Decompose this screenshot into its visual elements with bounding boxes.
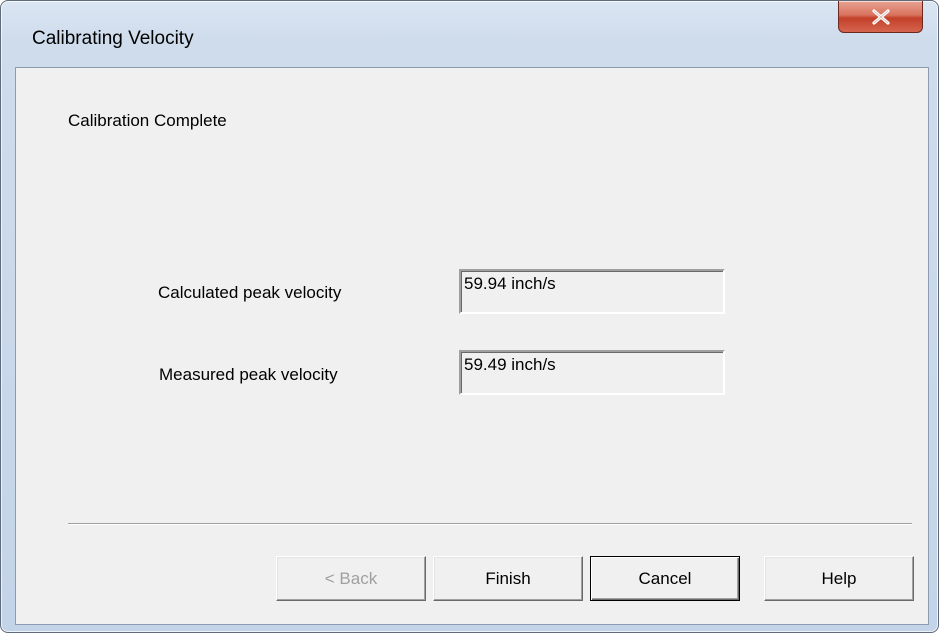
button-separator: [68, 523, 912, 525]
close-icon: [872, 9, 890, 25]
close-button[interactable]: [838, 1, 923, 33]
calculated-velocity-label: Calculated peak velocity: [158, 283, 342, 302]
help-button[interactable]: Help: [764, 556, 914, 601]
calculated-velocity-field[interactable]: 59.94 inch/s: [459, 269, 725, 314]
back-button[interactable]: < Back: [276, 556, 426, 601]
finish-button[interactable]: Finish: [433, 556, 583, 601]
title-bar[interactable]: Calibrating Velocity: [1, 1, 938, 48]
cancel-button[interactable]: Cancel: [590, 556, 740, 601]
measured-velocity-label: Measured peak velocity: [159, 365, 338, 384]
window-title: Calibrating Velocity: [32, 28, 194, 49]
dialog-content: Calibration Complete Calculated peak vel…: [15, 67, 929, 625]
measured-velocity-field[interactable]: 59.49 inch/s: [459, 350, 725, 395]
status-heading: Calibration Complete: [68, 111, 227, 130]
dialog-window: Calibrating Velocity Calibration Complet…: [0, 0, 939, 633]
